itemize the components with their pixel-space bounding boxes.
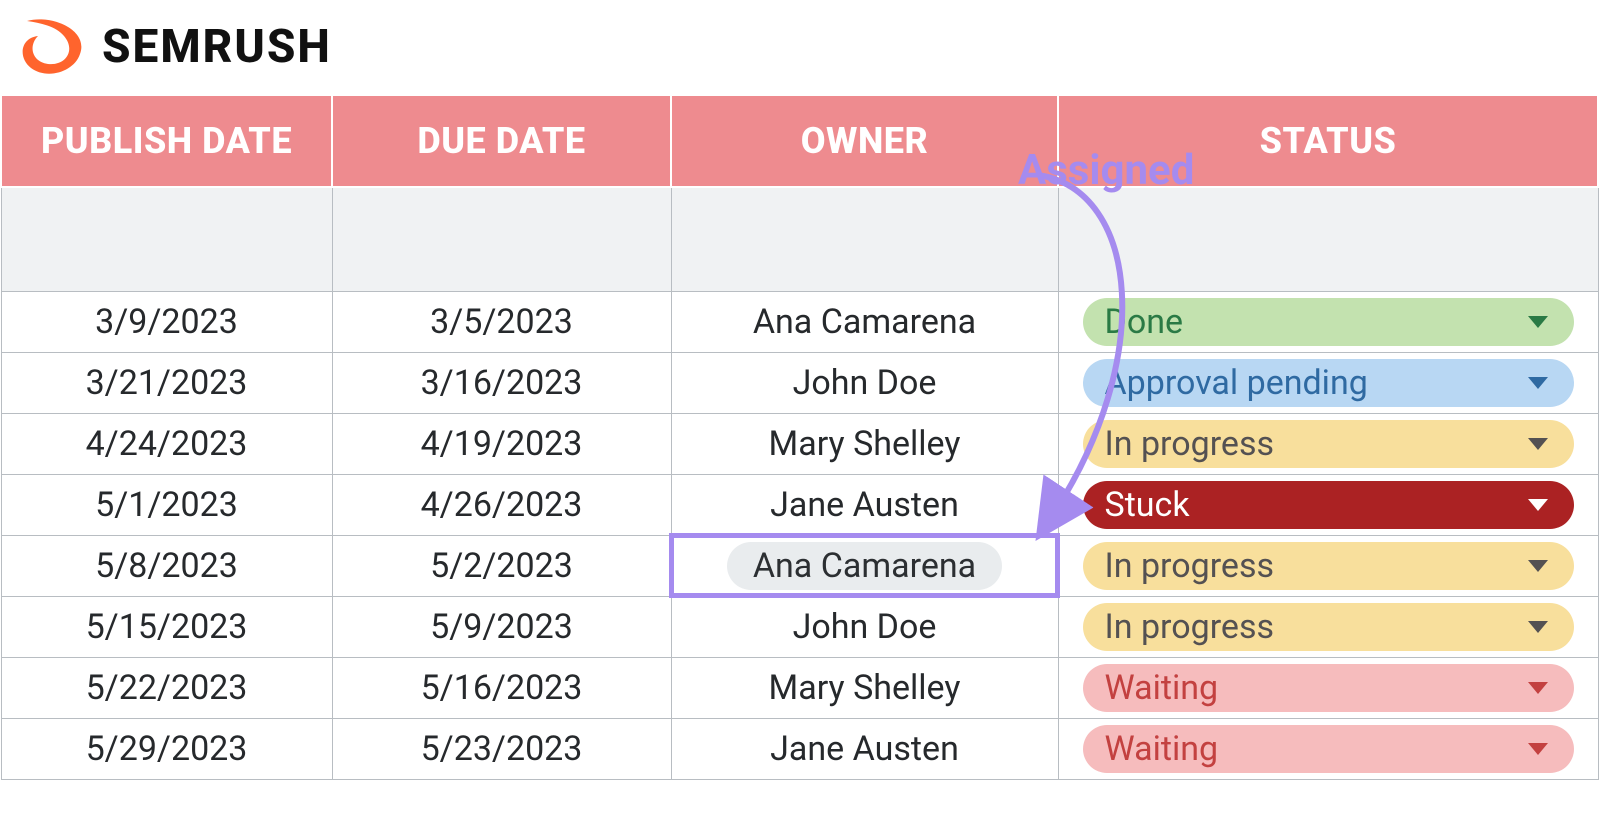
col-status: STATUS bbox=[1058, 95, 1598, 187]
status-label: In progress bbox=[1105, 424, 1275, 464]
status-select[interactable]: Approval pending bbox=[1083, 359, 1574, 407]
cell-publish-date[interactable]: 3/21/2023 bbox=[1, 352, 332, 413]
table-row: 3/21/20233/16/2023John Doe Approval pendi… bbox=[1, 352, 1598, 413]
cell-owner[interactable]: John Doe bbox=[671, 596, 1058, 657]
cell-publish-date[interactable]: 5/29/2023 bbox=[1, 718, 332, 779]
cell-owner[interactable]: Jane Austen bbox=[671, 718, 1058, 779]
cell-due-date[interactable]: 5/9/2023 bbox=[332, 596, 671, 657]
cell-status[interactable]: Waiting bbox=[1058, 657, 1598, 718]
cell-status[interactable]: Stuck bbox=[1058, 474, 1598, 535]
cell-publish-date[interactable]: 5/8/2023 bbox=[1, 535, 332, 596]
cell-publish-date[interactable]: 5/15/2023 bbox=[1, 596, 332, 657]
cell-owner[interactable]: John Doe bbox=[671, 352, 1058, 413]
cell-due-date[interactable]: 5/23/2023 bbox=[332, 718, 671, 779]
status-label: Waiting bbox=[1105, 729, 1219, 769]
col-owner: OWNER bbox=[671, 95, 1058, 187]
col-publish-date: PUBLISH DATE bbox=[1, 95, 332, 187]
cell-due-date[interactable]: 3/16/2023 bbox=[332, 352, 671, 413]
table-row: 5/1/20234/26/2023Jane Austen Stuck bbox=[1, 474, 1598, 535]
cell-due-date[interactable]: 5/2/2023 bbox=[332, 535, 671, 596]
col-due-date: DUE DATE bbox=[332, 95, 671, 187]
table-row: 4/24/20234/19/2023Mary Shelley In progres… bbox=[1, 413, 1598, 474]
chevron-down-icon bbox=[1528, 682, 1548, 694]
chevron-down-icon bbox=[1528, 621, 1548, 633]
status-select[interactable]: In progress bbox=[1083, 420, 1574, 468]
cell-status[interactable]: Done bbox=[1058, 291, 1598, 352]
cell-publish-date[interactable]: 3/9/2023 bbox=[1, 291, 332, 352]
cell-status[interactable]: In progress bbox=[1058, 413, 1598, 474]
chevron-down-icon bbox=[1528, 499, 1548, 511]
cell-due-date[interactable]: 3/5/2023 bbox=[332, 291, 671, 352]
cell-due-date[interactable]: 4/19/2023 bbox=[332, 413, 671, 474]
status-select[interactable]: Stuck bbox=[1083, 481, 1574, 529]
cell-publish-date[interactable]: 5/1/2023 bbox=[1, 474, 332, 535]
status-label: In progress bbox=[1105, 546, 1275, 586]
status-select[interactable]: Waiting bbox=[1083, 725, 1574, 773]
cell-status[interactable]: In progress bbox=[1058, 596, 1598, 657]
cell-publish-date[interactable]: 5/22/2023 bbox=[1, 657, 332, 718]
chevron-down-icon bbox=[1528, 560, 1548, 572]
cell-owner[interactable]: Mary Shelley bbox=[671, 657, 1058, 718]
cell-owner[interactable]: Ana Camarena bbox=[671, 535, 1058, 596]
cell-status[interactable]: Approval pending bbox=[1058, 352, 1598, 413]
chevron-down-icon bbox=[1528, 743, 1548, 755]
status-label: Approval pending bbox=[1105, 363, 1368, 403]
status-select[interactable]: In progress bbox=[1083, 542, 1574, 590]
table-row: 5/29/20235/23/2023Jane Austen Waiting bbox=[1, 718, 1598, 779]
table-row: 3/9/20233/5/2023Ana Camarena Done bbox=[1, 291, 1598, 352]
cell-owner[interactable]: Mary Shelley bbox=[671, 413, 1058, 474]
status-select[interactable]: Waiting bbox=[1083, 664, 1574, 712]
status-label: Waiting bbox=[1105, 668, 1219, 708]
brand-name: SEMRUSH bbox=[102, 20, 332, 74]
spacer-row bbox=[1, 187, 1598, 291]
cell-publish-date[interactable]: 4/24/2023 bbox=[1, 413, 332, 474]
chevron-down-icon bbox=[1528, 377, 1548, 389]
table-row: 5/22/20235/16/2023Mary Shelley Waiting bbox=[1, 657, 1598, 718]
cell-owner[interactable]: Ana Camarena bbox=[671, 291, 1058, 352]
semrush-flame-icon bbox=[14, 18, 86, 76]
status-select[interactable]: Done bbox=[1083, 298, 1574, 346]
cell-due-date[interactable]: 5/16/2023 bbox=[332, 657, 671, 718]
status-select[interactable]: In progress bbox=[1083, 603, 1574, 651]
table-header-row: PUBLISH DATE DUE DATE OWNER STATUS bbox=[1, 95, 1598, 187]
status-label: Done bbox=[1105, 302, 1184, 342]
cell-status[interactable]: Waiting bbox=[1058, 718, 1598, 779]
table-row: 5/8/20235/2/2023 Ana Camarena In progress bbox=[1, 535, 1598, 596]
status-label: Stuck bbox=[1105, 485, 1190, 525]
content-calendar-table: PUBLISH DATE DUE DATE OWNER STATUS 3/9/2… bbox=[0, 94, 1599, 780]
table-row: 5/15/20235/9/2023John Doe In progress bbox=[1, 596, 1598, 657]
owner-chip[interactable]: Ana Camarena bbox=[727, 542, 1002, 590]
status-label: In progress bbox=[1105, 607, 1275, 647]
content-calendar-table-wrap: PUBLISH DATE DUE DATE OWNER STATUS 3/9/2… bbox=[0, 94, 1597, 780]
chevron-down-icon bbox=[1528, 438, 1548, 450]
chevron-down-icon bbox=[1528, 316, 1548, 328]
brand-logo: SEMRUSH bbox=[0, 0, 1600, 94]
cell-status[interactable]: In progress bbox=[1058, 535, 1598, 596]
cell-due-date[interactable]: 4/26/2023 bbox=[332, 474, 671, 535]
cell-owner[interactable]: Jane Austen bbox=[671, 474, 1058, 535]
